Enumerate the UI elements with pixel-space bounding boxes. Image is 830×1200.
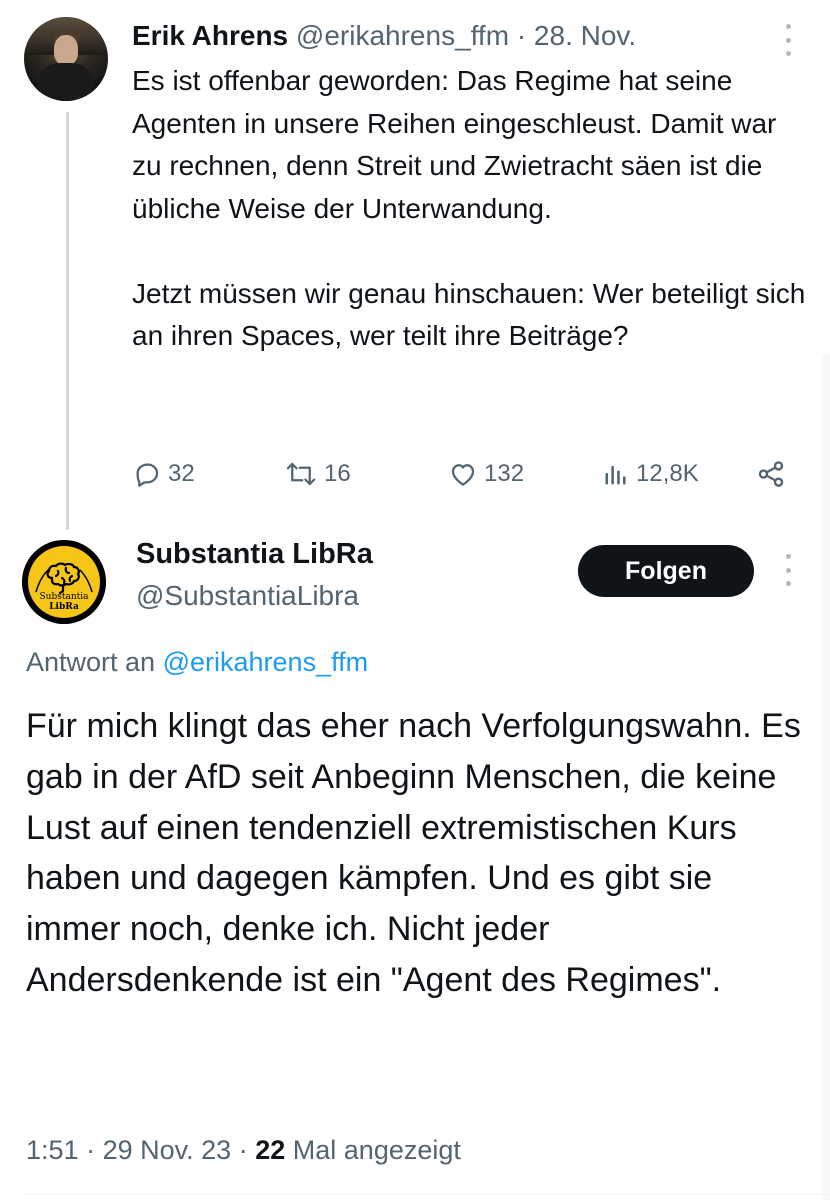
more-options-icon[interactable]: [780, 554, 796, 586]
meta-separator: ·: [238, 1135, 248, 1165]
views-count: 22: [255, 1135, 286, 1165]
logo-text-line2: LibRa: [49, 602, 79, 612]
views-count: 12,8K: [636, 460, 699, 487]
like-count: 132: [484, 460, 525, 487]
tweet-date[interactable]: 28. Nov.: [534, 20, 636, 51]
tweet-metadata: 1:51 · 29 Nov. 23 · 22 Mal angezeigt: [26, 1132, 461, 1168]
author-name[interactable]: Substantia LibRa: [136, 536, 373, 572]
author-handle[interactable]: @SubstantiaLibra: [136, 578, 359, 614]
tweet-date[interactable]: 29 Nov. 23: [103, 1135, 232, 1165]
views-label: Mal angezeigt: [292, 1135, 461, 1165]
follow-button[interactable]: Folgen: [578, 545, 754, 597]
meta-separator: ·: [86, 1135, 96, 1165]
reply-mention-link[interactable]: @erikahrens_ffm: [163, 647, 369, 677]
repost-button[interactable]: 16: [284, 455, 351, 493]
bar-chart-icon: [605, 465, 626, 485]
avatar-face: [54, 35, 78, 65]
tweet-text: Für mich klingt das eher nach Verfolgung…: [26, 707, 801, 999]
avatar-logo[interactable]: Substantia LibRa: [22, 540, 106, 624]
heart-icon: [451, 464, 475, 486]
more-options-icon[interactable]: [780, 24, 796, 56]
share-icon: [758, 461, 784, 487]
share-button[interactable]: [756, 455, 786, 493]
reply-count: 32: [168, 460, 195, 487]
logo-text-line1: Substantia: [39, 592, 89, 602]
tweet-text: Es ist offenbar geworden: Das Regime hat…: [132, 60, 812, 358]
reply-button[interactable]: 32: [132, 455, 195, 493]
avatar-body: [38, 63, 94, 101]
meta-separator: ·: [516, 20, 527, 51]
views-button[interactable]: 12,8K: [602, 455, 699, 493]
tweet-paragraph: Jetzt müssen wir genau hinschauen: Wer b…: [132, 277, 806, 352]
author-handle[interactable]: @erikahrens_ffm: [296, 20, 509, 51]
repost-arrows-icon: [286, 462, 316, 486]
thread-connector-line: [66, 112, 69, 530]
action-bar: 32 16 132 12,8K: [132, 455, 792, 493]
reply-context: Antwort an @erikahrens_ffm: [26, 644, 368, 680]
author-name[interactable]: Erik Ahrens: [132, 20, 288, 51]
divider: [26, 1194, 830, 1195]
tweet-time[interactable]: 1:51: [26, 1135, 79, 1165]
comment-bubble-icon: [136, 463, 159, 487]
logo-wordmark: Substantia LibRa: [22, 592, 106, 612]
scrollbar-track[interactable]: [822, 355, 830, 1200]
reply-prefix: Antwort an: [26, 647, 156, 677]
repost-count: 16: [324, 460, 351, 487]
tweet-paragraph: Es ist offenbar geworden: Das Regime hat…: [132, 65, 777, 224]
tweet-header: Erik Ahrens @erikahrens_ffm · 28. Nov.: [132, 18, 636, 54]
avatar[interactable]: [24, 17, 108, 101]
like-button[interactable]: 132: [448, 455, 524, 493]
